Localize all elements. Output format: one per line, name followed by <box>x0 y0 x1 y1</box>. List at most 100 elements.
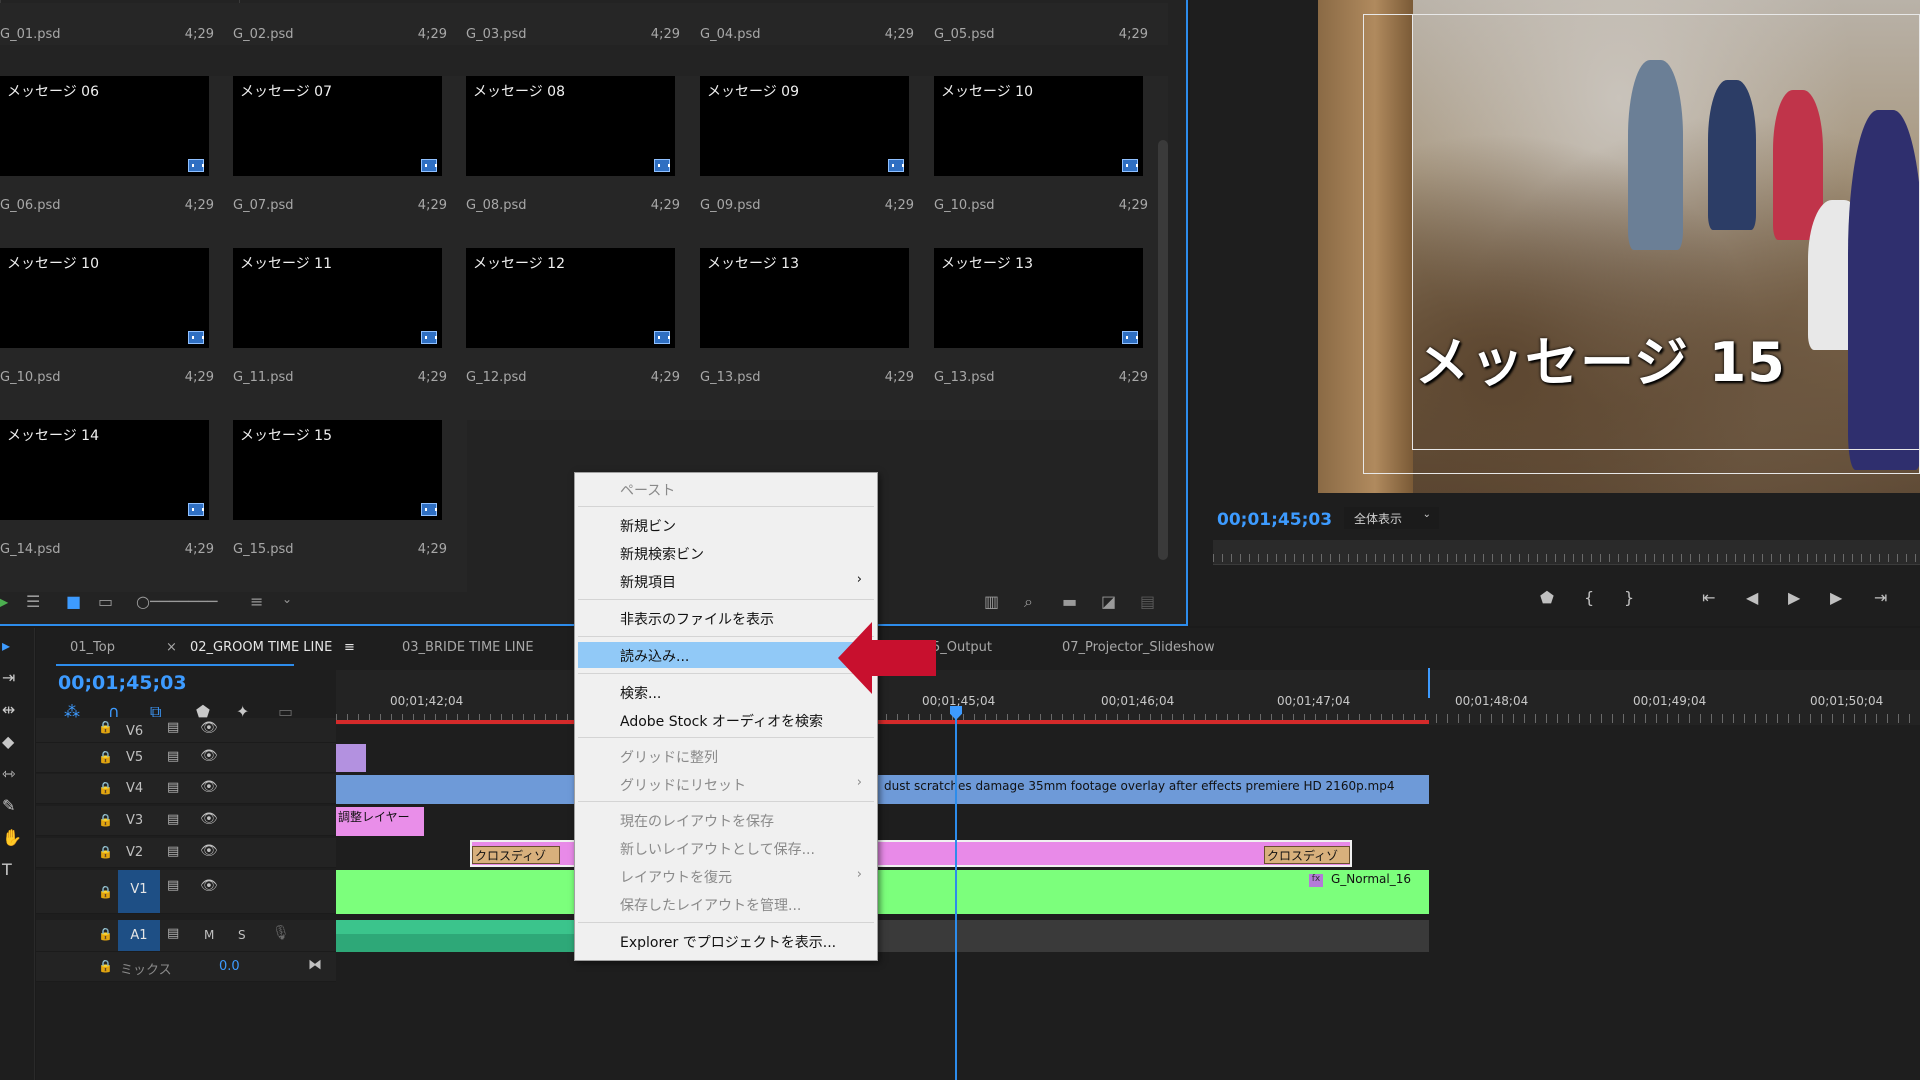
zoom-slider[interactable]: ○─────── <box>136 592 217 611</box>
new-item-icon[interactable]: ◪ <box>1101 592 1116 611</box>
freeform-view-icon[interactable]: ▭ <box>98 592 113 611</box>
project-item[interactable]: G_01.psd 4;29 <box>0 3 234 45</box>
lock-icon[interactable]: 🔒 <box>98 845 113 859</box>
tab-07-projector[interactable]: 07_Projector_Slideshow <box>1062 640 1215 655</box>
type-tool-icon[interactable]: T <box>2 860 12 879</box>
track-select-icon[interactable]: ⇥ <box>2 668 15 687</box>
find-icon[interactable]: ⌕ <box>1024 592 1033 612</box>
program-timecode[interactable]: 00;01;45;03 <box>1217 510 1332 530</box>
menu-item-import[interactable]: 読み込み... <box>578 642 874 668</box>
program-time-ruler[interactable] <box>1213 540 1920 565</box>
project-item[interactable]: メッセージ 13 G_13.psd 4;29 <box>934 248 1168 420</box>
clip-a1[interactable] <box>336 920 576 952</box>
transition-right[interactable]: クロスディゾ <box>1264 846 1350 864</box>
timeline-timecode[interactable]: 00;01;45;03 <box>58 672 187 694</box>
track-header-a1[interactable]: 🔒 A1 ▤ M S 🎙 <box>36 920 336 952</box>
project-item[interactable]: メッセージ 15 G_15.psd 4;29 <box>233 420 467 592</box>
eye-icon[interactable]: 👁 <box>200 720 218 736</box>
menu-item-new-bin[interactable]: 新規ビン <box>578 512 874 538</box>
trash-icon[interactable]: ▤ <box>1140 592 1155 611</box>
selection-tool-icon[interactable]: ▸ <box>2 636 10 655</box>
project-item[interactable]: メッセージ 09 G_09.psd 4;29 <box>700 76 934 248</box>
lock-icon[interactable]: 🔒 <box>98 750 113 764</box>
project-item[interactable]: メッセージ 12 G_12.psd 4;29 <box>466 248 700 420</box>
project-item[interactable]: メッセージ 11 G_11.psd 4;29 <box>233 248 467 420</box>
project-item[interactable]: メッセージ 14 G_14.psd 4;29 <box>0 420 234 592</box>
step-forward-icon[interactable]: ▶ <box>1830 588 1842 607</box>
step-back-icon[interactable]: ◀ <box>1746 588 1758 607</box>
tab-05-output[interactable]: 5_Output <box>932 640 992 655</box>
project-item[interactable]: メッセージ 06 G_06.psd 4;29 <box>0 76 234 248</box>
track-header-v3[interactable]: 🔒 V3 ▤ 👁 <box>36 806 336 836</box>
menu-item-paste[interactable]: ペースト <box>578 476 874 502</box>
menu-item-new-item[interactable]: 新規項目 › <box>578 568 874 594</box>
hand-tool-icon[interactable]: ✋ <box>2 828 22 847</box>
menu-item-show-in-explorer[interactable]: Explorer でプロジェクトを表示... <box>578 928 874 954</box>
lock-icon[interactable]: 🔒 <box>98 959 113 973</box>
project-item[interactable]: メッセージ 10 G_10.psd 4;29 <box>934 76 1168 248</box>
project-item[interactable]: メッセージ 10 G_10.psd 4;29 <box>0 248 234 420</box>
mark-out-icon[interactable]: } <box>1624 588 1634 607</box>
clip-v1[interactable]: fx G_Normal_16 <box>336 870 1429 914</box>
project-item[interactable]: G_04.psd 4;29 <box>700 3 934 45</box>
menu-item-find[interactable]: 検索... <box>578 679 874 705</box>
mix-value[interactable]: 0.0 <box>219 959 240 974</box>
project-item[interactable]: G_03.psd 4;29 <box>466 3 700 45</box>
tab-menu-icon[interactable]: ≡ <box>344 640 355 655</box>
razor-icon[interactable]: ◆ <box>2 732 14 751</box>
track-header-mix[interactable]: 🔒 ミックス 0.0 ⧓ <box>36 952 336 982</box>
project-item[interactable]: メッセージ 08 G_08.psd 4;29 <box>466 76 700 248</box>
project-item[interactable]: メッセージ 07 G_07.psd 4;29 <box>233 76 467 248</box>
transition-left[interactable]: クロスディゾ <box>472 846 560 864</box>
playhead-line[interactable] <box>955 706 957 1080</box>
tab-01-top[interactable]: 01_Top <box>70 640 115 655</box>
track-header-v4[interactable]: 🔒 V4 ▤ 👁 <box>36 774 336 804</box>
eye-icon[interactable]: 👁 <box>200 878 218 894</box>
clip-v3[interactable]: 調整レイヤー <box>336 807 424 836</box>
lock-icon[interactable]: 🔒 <box>98 885 113 899</box>
mic-icon[interactable]: 🎙 <box>272 925 290 941</box>
project-item[interactable]: G_02.psd 4;29 <box>233 3 467 45</box>
program-zoom-select[interactable]: 全体表示 ⌄ <box>1344 507 1439 529</box>
clip-v5[interactable] <box>336 744 366 772</box>
film-icon[interactable]: ▤ <box>167 812 179 827</box>
eye-icon[interactable]: 👁 <box>200 811 218 827</box>
solo-button[interactable]: S <box>238 928 246 942</box>
film-icon[interactable]: ▤ <box>167 720 179 735</box>
eye-icon[interactable]: 👁 <box>200 748 218 764</box>
film-icon[interactable]: ▤ <box>167 780 179 795</box>
film-icon[interactable]: ▤ <box>167 844 179 859</box>
mark-in-icon[interactable]: { <box>1584 588 1594 607</box>
tab-02-groom[interactable]: 02_GROOM TIME LINE <box>190 640 332 655</box>
menu-item-save-layout[interactable]: 現在のレイアウトを保存 <box>578 807 874 833</box>
list-view-icon[interactable]: ☰ <box>26 592 40 611</box>
menu-item-adobe-stock-audio[interactable]: Adobe Stock オーディオを検索 <box>578 707 874 733</box>
track-header-v5[interactable]: 🔒 V5 ▤ 👁 <box>36 743 336 773</box>
menu-item-show-hidden[interactable]: 非表示のファイルを表示 <box>578 605 874 631</box>
sort-icon[interactable]: ≡ <box>250 592 263 611</box>
go-to-in-icon[interactable]: ⇤ <box>1702 588 1715 607</box>
menu-item-manage-layouts[interactable]: 保存したレイアウトを管理... <box>578 891 874 917</box>
play-icon[interactable]: ▶ <box>1788 588 1800 607</box>
add-marker-icon[interactable]: ⬟ <box>1540 588 1554 607</box>
ripple-edit-icon[interactable]: ⇹ <box>2 700 15 719</box>
lock-icon[interactable]: 🔒 <box>98 781 113 795</box>
project-scrollbar[interactable] <box>1158 140 1168 560</box>
sort-chevron-icon[interactable]: ⌄ <box>282 592 292 606</box>
work-area-bar[interactable] <box>336 720 1429 724</box>
lock-icon[interactable]: 🔒 <box>98 927 113 941</box>
track-header-v6[interactable]: 🔒 V6 ▤ 👁 <box>36 718 336 743</box>
menu-item-align-grid[interactable]: グリッドに整列 <box>578 743 874 769</box>
lock-icon[interactable]: 🔒 <box>98 813 113 827</box>
new-bin-icon[interactable]: ▬ <box>1062 592 1077 611</box>
track-header-v2[interactable]: 🔒 V2 ▤ 👁 <box>36 838 336 868</box>
menu-item-save-layout-as[interactable]: 新しいレイアウトとして保存... <box>578 835 874 861</box>
slip-tool-icon[interactable]: ⇿ <box>2 764 15 783</box>
eye-icon[interactable]: 👁 <box>200 779 218 795</box>
eye-icon[interactable]: 👁 <box>200 843 218 859</box>
menu-item-new-search-bin[interactable]: 新規検索ビン <box>578 540 874 566</box>
icon-view-icon[interactable]: ■ <box>66 592 81 611</box>
tab-03-bride[interactable]: 03_BRIDE TIME LINE <box>402 640 534 655</box>
close-icon[interactable]: × <box>166 640 177 655</box>
project-item[interactable]: メッセージ 13 G_13.psd 4;29 <box>700 248 934 420</box>
